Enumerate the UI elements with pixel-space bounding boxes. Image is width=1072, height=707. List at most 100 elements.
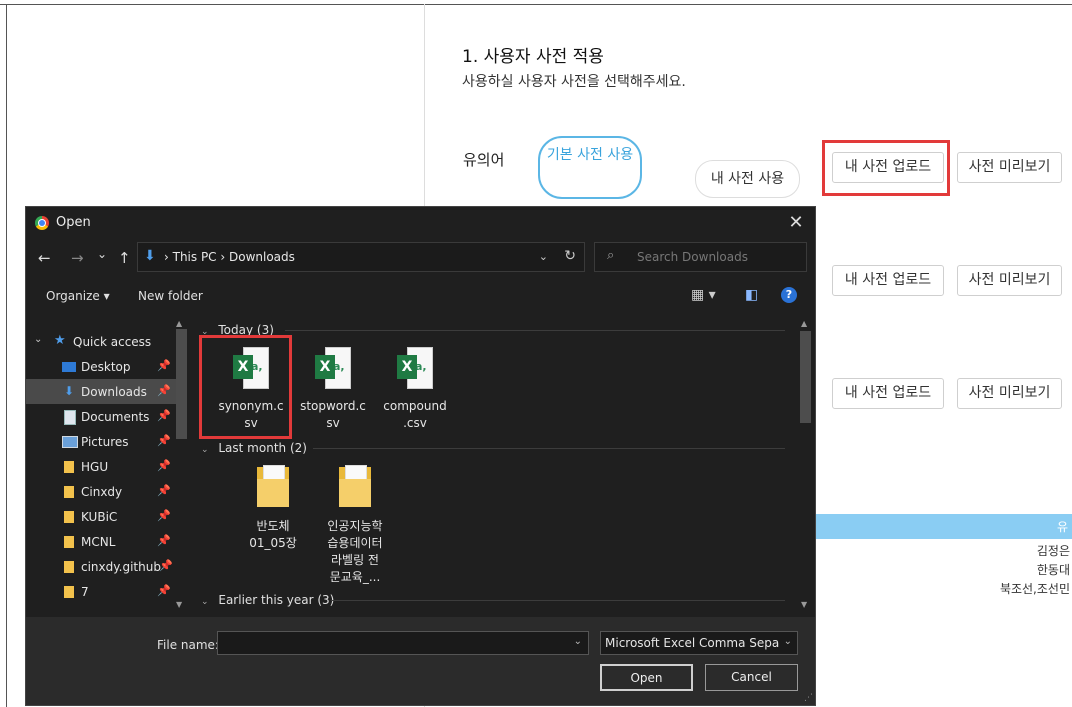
file-type-select[interactable]: Microsoft Excel Comma Separated ⌄ xyxy=(600,631,798,655)
scrollbar-thumb[interactable] xyxy=(176,329,187,439)
back-arrow-icon[interactable]: ← xyxy=(38,249,51,267)
sidebar-item-desktop[interactable]: Desktop 📌 xyxy=(26,354,186,379)
folder-semiconductor[interactable]: 반도체 01_05장 xyxy=(231,463,315,552)
sidebar-item-label: cinxdy.github xyxy=(81,560,161,574)
file-stopword-csv[interactable]: X stopword.c sv xyxy=(291,347,375,432)
sidebar-item-label: MCNL xyxy=(81,535,116,549)
scroll-down-icon[interactable]: ▼ xyxy=(176,600,182,609)
recent-locations-icon[interactable]: ⌄ xyxy=(97,247,107,261)
file-name-input[interactable]: ⌄ xyxy=(217,631,589,655)
open-button[interactable]: Open xyxy=(600,664,693,691)
search-box[interactable]: ⌕ Search Downloads xyxy=(594,242,807,272)
folder-icon xyxy=(64,486,74,498)
sidebar-item-label: Documents xyxy=(81,410,150,424)
group-header-earlier[interactable]: ⌄ Earlier this year (3) xyxy=(201,593,785,607)
preview-dictionary-button-3[interactable]: 사전 미리보기 xyxy=(957,378,1062,409)
chevron-down-icon[interactable]: ⌄ xyxy=(574,636,582,647)
help-icon[interactable]: ? xyxy=(781,287,797,303)
file-name-line: 인공지능학 xyxy=(327,519,383,533)
forward-arrow-icon[interactable]: → xyxy=(71,249,84,267)
pictures-icon xyxy=(62,436,78,448)
navigation-bar: ← → ⌄ ↑ ⬇ › This PC › Downloads ⌄ ↻ ⌕ Se… xyxy=(26,239,815,277)
result-header-text: 유 xyxy=(1056,520,1068,534)
pin-icon: 📌 xyxy=(157,459,171,472)
sidebar-item-documents[interactable]: Documents 📌 xyxy=(26,404,186,429)
chrome-icon xyxy=(35,216,49,230)
default-dictionary-button[interactable]: 기본 사전 사용 xyxy=(538,136,642,199)
result-line-3: 북조선,조선민 xyxy=(999,582,1070,596)
group-divider xyxy=(285,330,785,331)
dialog-bottom-panel: File name: ⌄ Microsoft Excel Comma Separ… xyxy=(26,617,815,705)
refresh-icon[interactable]: ↻ xyxy=(564,248,576,264)
sidebar-item-7[interactable]: 7 📌 xyxy=(26,579,186,604)
file-name-line: 습용데이터 xyxy=(327,536,383,550)
preview-dictionary-button-2[interactable]: 사전 미리보기 xyxy=(957,265,1062,296)
file-name-line: 문교육_... xyxy=(329,570,381,584)
search-icon: ⌕ xyxy=(607,248,615,263)
folder-icon xyxy=(64,511,74,523)
navigation-pane: ⌄ ★ Quick access Desktop 📌 ⬇ Downloads 📌… xyxy=(26,317,190,611)
upload-dictionary-button-2[interactable]: 내 사전 업로드 xyxy=(832,265,944,296)
change-view-icon[interactable]: ▦ ▾ xyxy=(691,287,716,303)
preview-dictionary-button-1[interactable]: 사전 미리보기 xyxy=(957,152,1062,183)
new-folder-button[interactable]: New folder xyxy=(138,289,203,303)
folder-icon xyxy=(337,463,373,509)
scroll-up-icon[interactable]: ▲ xyxy=(801,319,807,328)
file-name-label: File name: xyxy=(157,638,219,652)
file-compound-csv[interactable]: X compound .csv xyxy=(373,347,457,432)
file-name-line: sv xyxy=(326,416,340,430)
collapse-icon[interactable]: ⌄ xyxy=(201,445,209,455)
group-header-last-month[interactable]: ⌄ Last month (2) xyxy=(201,441,785,455)
pin-icon: 📌 xyxy=(159,559,173,572)
upload-dictionary-button-3[interactable]: 내 사전 업로드 xyxy=(832,378,944,409)
folder-icon xyxy=(64,586,74,598)
pin-icon: 📌 xyxy=(157,584,171,597)
sidebar-item-cinxdy-github[interactable]: cinxdy.github 📌 xyxy=(26,554,186,579)
sidebar-item-mcnl[interactable]: MCNL 📌 xyxy=(26,529,186,554)
downloads-location-icon: ⬇ xyxy=(144,248,156,264)
downloads-icon: ⬇ xyxy=(64,384,75,398)
dialog-title: Open xyxy=(56,215,91,230)
quick-access-label: Quick access xyxy=(73,335,152,349)
up-folder-icon[interactable]: ↑ xyxy=(118,249,131,267)
sidebar-item-cinxdy[interactable]: Cinxdy 📌 xyxy=(26,479,186,504)
pin-icon: 📌 xyxy=(157,534,171,547)
close-icon[interactable]: ✕ xyxy=(785,212,807,233)
documents-icon xyxy=(64,410,76,425)
preview-pane-icon[interactable]: ◧ xyxy=(745,287,758,303)
files-scrollbar[interactable]: ▲ ▼ xyxy=(798,317,814,611)
organize-menu[interactable]: Organize ▾ xyxy=(46,289,110,303)
address-bar[interactable]: ⬇ › This PC › Downloads ⌄ ↻ xyxy=(137,242,585,272)
sidebar-item-downloads[interactable]: ⬇ Downloads 📌 xyxy=(26,379,186,404)
synonym-file-highlight-box xyxy=(199,335,292,439)
folder-ai-labeling-course[interactable]: 인공지능학 습용데이터 라벨링 전 문교육_... xyxy=(313,463,397,586)
my-dictionary-button[interactable]: 내 사전 사용 xyxy=(695,160,800,198)
sidebar-item-label: 7 xyxy=(81,585,89,599)
result-header-bar: 유 xyxy=(807,514,1072,539)
sidebar-quick-access[interactable]: ⌄ ★ Quick access xyxy=(26,329,186,354)
sidebar-item-kubic[interactable]: KUBiC 📌 xyxy=(26,504,186,529)
sidebar-item-pictures[interactable]: Pictures 📌 xyxy=(26,429,186,454)
resize-grip-icon[interactable]: ⋰ xyxy=(804,693,813,703)
search-placeholder: Search Downloads xyxy=(637,250,748,264)
breadcrumb[interactable]: › This PC › Downloads xyxy=(164,250,295,264)
address-dropdown-icon[interactable]: ⌄ xyxy=(539,250,548,263)
scroll-down-icon[interactable]: ▼ xyxy=(801,600,807,609)
scroll-up-icon[interactable]: ▲ xyxy=(176,319,182,328)
sidebar-item-label: Downloads xyxy=(81,385,147,399)
nav-scrollbar[interactable]: ▲ ▼ xyxy=(174,317,190,611)
expand-icon[interactable]: ⌄ xyxy=(34,334,42,345)
pin-icon: 📌 xyxy=(157,434,171,447)
folder-icon xyxy=(64,561,74,573)
synonym-row-label: 유의어 xyxy=(463,151,505,169)
folder-icon xyxy=(64,536,74,548)
file-name-line: 01_05장 xyxy=(249,536,297,550)
pin-icon: 📌 xyxy=(157,359,171,372)
cancel-button[interactable]: Cancel xyxy=(705,664,798,691)
sidebar-item-hgu[interactable]: HGU 📌 xyxy=(26,454,186,479)
scrollbar-thumb[interactable] xyxy=(800,331,811,423)
excel-csv-icon: X xyxy=(315,347,351,391)
chevron-down-icon[interactable]: ⌄ xyxy=(784,636,792,647)
pin-icon: 📌 xyxy=(157,409,171,422)
collapse-icon[interactable]: ⌄ xyxy=(201,597,209,607)
